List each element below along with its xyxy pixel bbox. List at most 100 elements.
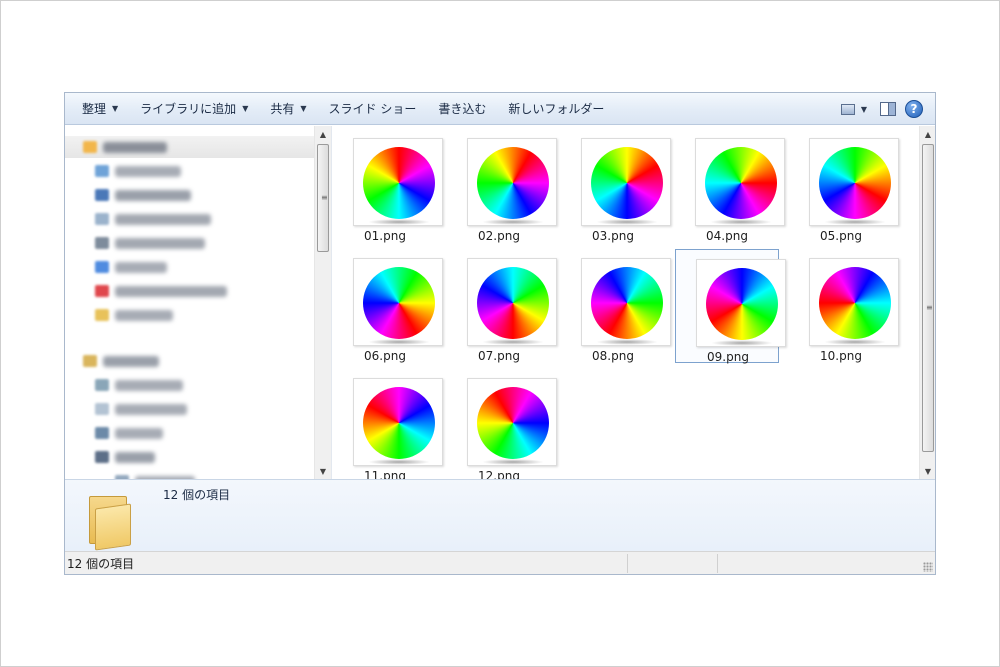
color-wheel-image: [363, 147, 435, 219]
pictures-icon: [95, 403, 109, 415]
image-shadow: [824, 339, 886, 345]
file-item[interactable]: 10.png: [789, 249, 899, 363]
image-thumbnail: [353, 378, 443, 466]
scroll-up-arrow-icon[interactable]: ▲: [315, 126, 331, 142]
nav-item-blurred[interactable]: [65, 280, 315, 302]
image-thumbnail: [696, 259, 786, 347]
nav-item-label-blurred: [115, 237, 205, 249]
chevron-down-icon: ▼: [242, 104, 249, 113]
nav-item-label-blurred: [103, 355, 159, 367]
desktop-icon: [95, 189, 109, 201]
add-to-library-label: ライブラリに追加: [140, 102, 237, 116]
file-item[interactable]: 09.png: [675, 249, 786, 364]
grip-icon: ≡: [321, 193, 328, 202]
command-bar: 整理 ▼ ライブラリに追加 ▼ 共有 ▼ スライド ショー 書き込む 新しいフォ…: [65, 93, 935, 125]
folder-icon: [95, 309, 109, 321]
nav-item-label-blurred: [115, 403, 187, 415]
nav-item-blurred[interactable]: [65, 232, 315, 254]
nav-item-blurred[interactable]: [65, 256, 315, 278]
scroll-thumb[interactable]: ≡: [922, 144, 934, 452]
file-item[interactable]: 01.png: [333, 129, 443, 243]
content-scrollbar[interactable]: ▲ ≡ ▼: [919, 126, 935, 479]
image-shadow: [482, 219, 544, 225]
burn-label: 書き込む: [438, 102, 487, 116]
status-item-count: 12 個の項目: [67, 556, 135, 571]
new-folder-label: 新しいフォルダー: [508, 102, 605, 116]
scroll-down-arrow-icon[interactable]: ▼: [315, 463, 331, 479]
nav-item-label-blurred: [115, 285, 227, 297]
organize-button[interactable]: 整理 ▼: [71, 97, 129, 121]
file-name-label: 02.png: [478, 229, 520, 243]
chevron-down-icon: ▼: [112, 104, 119, 113]
nav-item-favorites[interactable]: [65, 136, 315, 158]
color-wheel-image: [477, 387, 549, 459]
documents-icon: [95, 379, 109, 391]
file-item[interactable]: 11.png: [333, 369, 443, 479]
add-to-library-button[interactable]: ライブラリに追加 ▼: [129, 97, 259, 121]
nav-item-blurred[interactable]: [65, 304, 315, 326]
view-options-dropdown[interactable]: ▼: [861, 105, 867, 114]
file-name-label: 03.png: [592, 229, 634, 243]
image-thumbnail: [809, 258, 899, 346]
nav-item-libraries[interactable]: [65, 350, 315, 372]
file-item[interactable]: 03.png: [561, 129, 671, 243]
image-shadow: [596, 219, 658, 225]
burn-button[interactable]: 書き込む: [427, 97, 497, 121]
file-item[interactable]: 05.png: [789, 129, 899, 243]
file-name-label: 01.png: [364, 229, 406, 243]
change-view-icon: [840, 103, 855, 115]
nav-item-blurred[interactable]: [65, 374, 315, 396]
scroll-up-arrow-icon[interactable]: ▲: [920, 126, 935, 142]
nav-item-blurred[interactable]: [65, 184, 315, 206]
file-item[interactable]: 12.png: [447, 369, 557, 479]
status-bar: 12 個の項目: [65, 551, 935, 574]
new-folder-button[interactable]: 新しいフォルダー: [497, 97, 615, 121]
image-thumbnail: [353, 138, 443, 226]
nav-item-label-blurred: [115, 379, 183, 391]
preview-pane-button[interactable]: [875, 97, 901, 121]
scroll-down-arrow-icon[interactable]: ▼: [920, 463, 935, 479]
image-thumbnail: [809, 138, 899, 226]
toolbar-right-group: ▼ ?: [835, 97, 927, 121]
image-thumbnail: [353, 258, 443, 346]
help-button[interactable]: ?: [901, 97, 927, 121]
scroll-thumb[interactable]: ≡: [317, 144, 329, 252]
color-wheel-image: [591, 147, 663, 219]
nav-item-blurred[interactable]: [65, 160, 315, 182]
image-thumbnail: [467, 258, 557, 346]
status-divider: [627, 554, 628, 573]
file-name-label: 08.png: [592, 349, 634, 363]
nav-item-label-blurred: [115, 451, 155, 463]
file-item[interactable]: 06.png: [333, 249, 443, 363]
image-thumbnail: [581, 138, 671, 226]
help-icon: ?: [905, 100, 923, 118]
resize-grip-icon[interactable]: [923, 562, 933, 572]
nav-item-blurred[interactable]: [65, 446, 315, 468]
videos-icon: [95, 427, 109, 439]
nav-item-blurred[interactable]: [65, 470, 315, 479]
organize-label: 整理: [82, 102, 107, 116]
color-wheel-image: [591, 267, 663, 339]
color-wheel-image: [819, 267, 891, 339]
share-button[interactable]: 共有 ▼: [259, 97, 317, 121]
file-item[interactable]: 07.png: [447, 249, 557, 363]
slideshow-button[interactable]: スライド ショー: [318, 97, 428, 121]
nav-scrollbar[interactable]: ▲ ≡ ▼: [314, 126, 331, 479]
drive-icon: [95, 237, 109, 249]
preview-pane-icon: [880, 102, 896, 116]
file-item[interactable]: 04.png: [675, 129, 785, 243]
nav-item-blurred[interactable]: [65, 422, 315, 444]
slideshow-label: スライド ショー: [328, 102, 417, 116]
image-thumbnail: [467, 138, 557, 226]
file-item[interactable]: 08.png: [561, 249, 671, 363]
file-name-label: 09.png: [707, 350, 749, 364]
change-view-button[interactable]: [835, 97, 861, 121]
nav-item-label-blurred: [115, 261, 167, 273]
nav-item-blurred[interactable]: [65, 208, 315, 230]
file-name-label: 07.png: [478, 349, 520, 363]
file-item[interactable]: 02.png: [447, 129, 557, 243]
nav-item-blurred[interactable]: [65, 398, 315, 420]
image-shadow: [711, 340, 773, 346]
chevron-down-icon: ▼: [300, 104, 307, 113]
file-list-view: 01.png 02.png 03.png 04.png 05.png 06.png 07.p…: [333, 126, 919, 479]
